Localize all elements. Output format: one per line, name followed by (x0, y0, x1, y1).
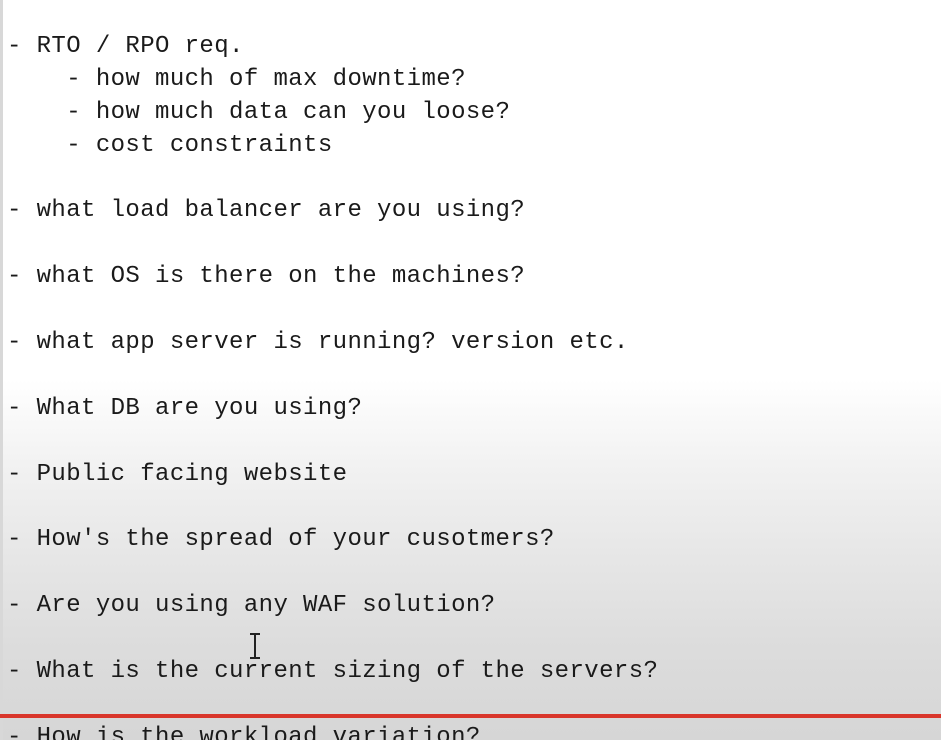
editor-lines: - RTO / RPO req. - how much of max downt… (7, 31, 658, 740)
editor-line (7, 360, 658, 393)
text-editor[interactable]: - RTO / RPO req. - how much of max downt… (0, 0, 941, 740)
editor-line (7, 294, 658, 327)
editor-line (7, 163, 658, 196)
editor-line (7, 228, 658, 261)
editor-line: - Public facing website (7, 460, 348, 488)
editor-line: - what OS is there on the machines? (7, 263, 526, 291)
editor-line: - RTO / RPO req. (7, 33, 244, 60)
editor-line: - What is the current sizing of the serv… (7, 657, 659, 685)
text-cursor-icon (249, 633, 261, 659)
editor-line (7, 623, 658, 656)
video-progress-fill (0, 714, 941, 718)
editor-line: - How is the workload variation? (7, 723, 481, 740)
editor-line: - What DB are you using? (7, 394, 363, 422)
text-cursor-stem (254, 635, 256, 657)
editor-line (7, 557, 658, 590)
editor-line: - what load balancer are you using? (7, 197, 526, 225)
editor-line (7, 426, 658, 459)
editor-line: - how much of max downtime? (7, 65, 466, 93)
editor-line (7, 491, 658, 524)
editor-line: - How's the spread of your cusotmers? (7, 526, 555, 554)
editor-left-edge (0, 0, 3, 740)
editor-line: - cost constraints (7, 131, 333, 159)
video-progress-bar[interactable] (0, 714, 941, 718)
editor-line: - what app server is running? version et… (7, 329, 629, 357)
editor-line: - Are you using any WAF solution? (7, 592, 496, 620)
text-cursor-bottom (250, 657, 260, 659)
editor-line: - how much data can you loose? (7, 98, 511, 126)
